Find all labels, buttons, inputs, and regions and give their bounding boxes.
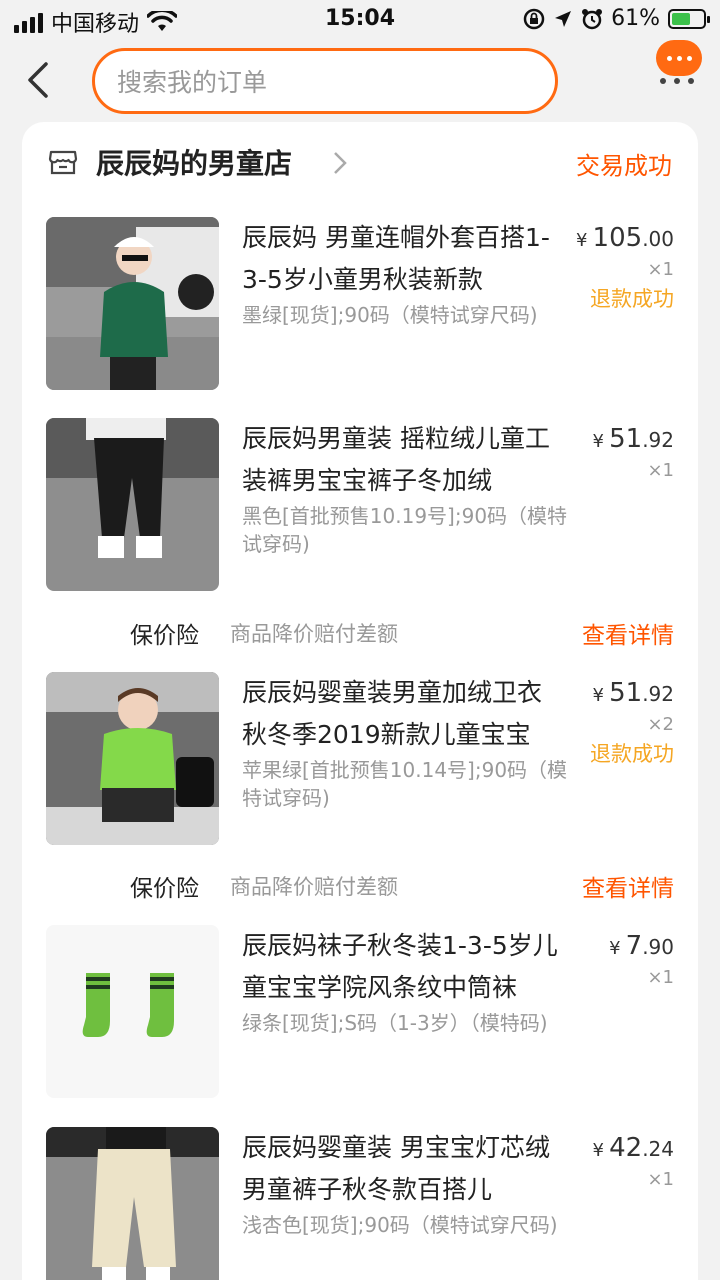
- product-spec: 绿条[现货];S码（1-3岁）（模特码): [242, 1011, 548, 1035]
- order-item[interactable]: 辰辰妈婴童装男童加绒卫衣秋冬季2019新款儿童宝宝 苹果绿[首批预售10.14号…: [22, 672, 698, 846]
- product-image[interactable]: [46, 217, 219, 390]
- shop-header[interactable]: 辰辰妈的男童店 交易成功: [22, 122, 698, 202]
- product-title[interactable]: 辰辰妈婴童装男童加绒卫衣秋冬季2019新款儿童宝宝: [242, 672, 562, 756]
- status-right: 61%: [523, 6, 710, 31]
- insurance-label: 保价险: [130, 623, 199, 649]
- product-image[interactable]: [46, 1127, 219, 1280]
- product-price: ¥ 42.24: [592, 1133, 674, 1163]
- product-image[interactable]: [46, 418, 219, 591]
- location-icon: [555, 10, 572, 27]
- product-quantity: ×1: [647, 460, 674, 481]
- order-item[interactable]: 辰辰妈婴童装 男宝宝灯芯绒男童裤子秋冬款百搭儿 浅杏色[现货];90码（模特试穿…: [22, 1127, 698, 1280]
- product-quantity: ×1: [647, 967, 674, 988]
- message-icon: [656, 40, 702, 76]
- product-image[interactable]: [46, 672, 219, 845]
- product-title[interactable]: 辰辰妈男童装 摇粒绒儿童工装裤男宝宝裤子冬加绒: [242, 418, 562, 502]
- insurance-description: 商品降价赔付差额: [230, 622, 398, 646]
- search-placeholder: 搜索我的订单: [117, 68, 268, 97]
- back-button[interactable]: [22, 58, 62, 102]
- product-quantity: ×1: [647, 259, 674, 280]
- view-details-link[interactable]: 查看详情: [582, 869, 674, 903]
- product-quantity: ×2: [647, 714, 674, 735]
- back-icon: [28, 62, 48, 98]
- product-price: ¥ 105.00: [576, 223, 674, 253]
- refund-status: 退款成功: [590, 287, 674, 311]
- product-price: ¥ 51.92: [592, 678, 674, 708]
- product-spec: 墨绿[现货];90码（模特试穿尺码): [242, 303, 538, 327]
- product-spec: 苹果绿[首批预售10.14号];90码（模特试穿码): [242, 758, 568, 810]
- status-bar: 中国移动 15:04 61%: [0, 0, 720, 40]
- lock-rotation-icon: [523, 8, 545, 29]
- shop-icon: [48, 150, 78, 175]
- insurance-row: 保价险 商品降价赔付差额 查看详情: [22, 612, 698, 652]
- insurance-row: 保价险 商品降价赔付差额 查看详情: [22, 865, 698, 905]
- product-price: ¥ 51.92: [592, 424, 674, 454]
- product-title[interactable]: 辰辰妈 男童连帽外套百搭1-3-5岁小童男秋装新款: [242, 217, 562, 301]
- product-title[interactable]: 辰辰妈婴童装 男宝宝灯芯绒男童裤子秋冬款百搭儿: [242, 1127, 562, 1211]
- nav-bar: 搜索我的订单: [0, 40, 720, 122]
- battery-level: [672, 12, 691, 25]
- refund-status: 退款成功: [590, 742, 674, 766]
- order-item[interactable]: 辰辰妈 男童连帽外套百搭1-3-5岁小童男秋装新款 墨绿[现货];90码（模特试…: [22, 217, 698, 391]
- chevron-right-icon[interactable]: [332, 150, 348, 176]
- battery-icon: [668, 8, 710, 29]
- product-title[interactable]: 辰辰妈袜子秋冬装1-3-5岁儿童宝宝学院风条纹中筒袜: [242, 925, 562, 1009]
- product-spec: 浅杏色[现货];90码（模特试穿尺码): [242, 1213, 558, 1237]
- battery-percent: 61%: [611, 6, 660, 31]
- product-quantity: ×1: [647, 1169, 674, 1190]
- order-card: 辰辰妈的男童店 交易成功 辰辰妈 男童连帽外套百搭1-3-5岁小童男秋装新款 墨…: [22, 122, 698, 1280]
- product-image[interactable]: [46, 925, 219, 1098]
- more-button[interactable]: [656, 40, 706, 90]
- order-status: 交易成功: [576, 152, 672, 180]
- order-item[interactable]: 辰辰妈男童装 摇粒绒儿童工装裤男宝宝裤子冬加绒 黑色[首批预售10.19号];9…: [22, 418, 698, 592]
- more-icon: [660, 78, 694, 84]
- search-input[interactable]: 搜索我的订单: [92, 48, 558, 114]
- alarm-icon: [582, 8, 603, 29]
- shop-name[interactable]: 辰辰妈的男童店: [96, 142, 292, 182]
- insurance-label: 保价险: [130, 876, 199, 902]
- view-details-link[interactable]: 查看详情: [582, 616, 674, 650]
- product-price: ¥ 7.90: [609, 931, 674, 961]
- product-spec: 黑色[首批预售10.19号];90码（模特试穿码): [242, 504, 568, 556]
- order-item[interactable]: 辰辰妈袜子秋冬装1-3-5岁儿童宝宝学院风条纹中筒袜 绿条[现货];S码（1-3…: [22, 925, 698, 1099]
- insurance-description: 商品降价赔付差额: [230, 875, 398, 899]
